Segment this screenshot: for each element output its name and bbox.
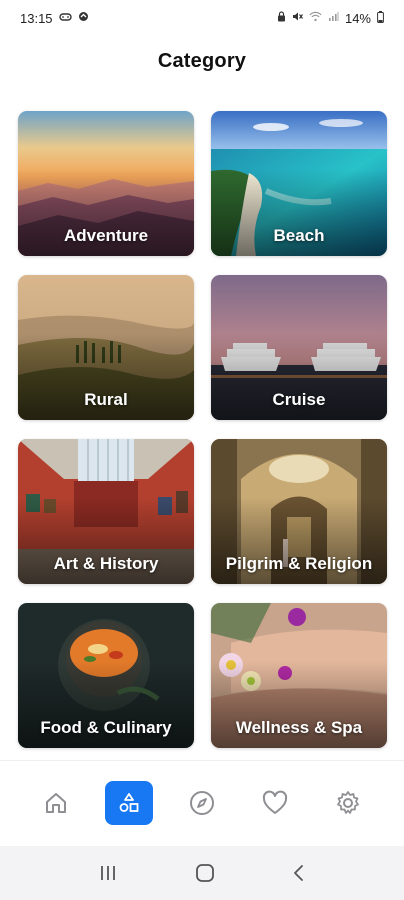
recents-icon[interactable] xyxy=(98,864,118,882)
home-circle-icon[interactable] xyxy=(195,863,215,883)
category-label: Rural xyxy=(84,390,128,409)
battery-icon xyxy=(377,10,384,26)
category-card-adventure[interactable]: Adventure xyxy=(18,111,194,256)
nav-settings[interactable] xyxy=(324,781,372,825)
category-card-beach[interactable]: Beach xyxy=(211,111,387,256)
category-card-art-history[interactable]: Art & History xyxy=(18,439,194,584)
system-navigation-bar xyxy=(0,846,404,900)
wifi-icon xyxy=(309,11,322,25)
nav-home[interactable] xyxy=(32,781,80,825)
status-time: 13:15 xyxy=(20,10,53,26)
category-card-pilgrim-religion[interactable]: Pilgrim & Religion xyxy=(211,439,387,584)
nav-category[interactable] xyxy=(105,780,154,825)
home-icon xyxy=(46,792,67,813)
sync-icon xyxy=(78,11,89,25)
nav-explore[interactable] xyxy=(178,781,226,825)
nav-favorites[interactable] xyxy=(251,781,299,825)
compass-icon xyxy=(189,790,214,815)
category-label: Beach xyxy=(273,226,325,245)
category-label: Pilgrim & Religion xyxy=(225,554,373,573)
bottom-navigation xyxy=(0,760,404,844)
mute-icon xyxy=(292,11,303,25)
category-label: Wellness & Spa xyxy=(235,718,363,737)
category-label: Art & History xyxy=(53,554,159,573)
back-icon[interactable] xyxy=(292,864,306,882)
category-card-food-culinary[interactable]: Food & Culinary xyxy=(18,603,194,748)
heart-icon xyxy=(262,790,287,814)
category-screen: 13:15 14% Category Adventure Beach Rural… xyxy=(0,0,404,900)
category-label: Food & Culinary xyxy=(40,718,172,737)
category-icon xyxy=(119,792,139,812)
lock-icon xyxy=(277,11,286,25)
status-right: 14% xyxy=(277,10,384,26)
page-title: Category xyxy=(157,50,247,72)
status-bar: 13:15 14% xyxy=(0,0,404,36)
category-label: Adventure xyxy=(63,226,149,245)
category-label: Cruise xyxy=(272,390,326,409)
category-card-cruise[interactable]: Cruise xyxy=(211,275,387,420)
status-left: 13:15 xyxy=(20,11,89,26)
settings-icon xyxy=(336,790,359,814)
category-card-rural[interactable]: Rural xyxy=(18,275,194,420)
battery-percent: 14% xyxy=(344,10,371,26)
signal-icon xyxy=(328,11,339,25)
game-controller-icon xyxy=(58,12,72,25)
category-card-wellness-spa[interactable]: Wellness & Spa xyxy=(211,603,387,748)
category-grid: Adventure Beach Rural Cruise Art & Histo… xyxy=(18,111,387,748)
